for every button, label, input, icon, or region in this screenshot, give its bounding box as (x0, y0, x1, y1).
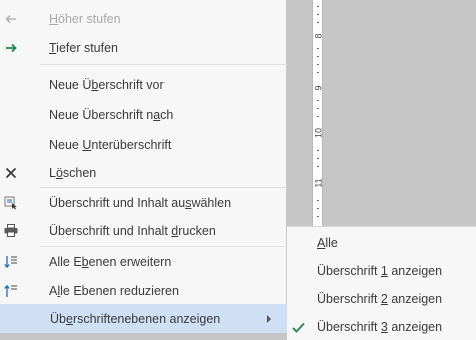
ruler-tick (317, 6, 319, 7)
ruler-tick (317, 158, 319, 159)
menu-item-label: Löschen (49, 165, 97, 180)
submenu-item-level-1[interactable]: Überschrift 1 anzeigen (287, 257, 476, 285)
ruler-tick (317, 56, 319, 57)
print-icon (0, 216, 22, 245)
ruler-tick (317, 216, 319, 217)
ruler-number: 9 (313, 85, 324, 91)
select-icon (0, 188, 22, 217)
ruler-number: 10 (313, 128, 324, 139)
delete-x-icon (0, 158, 22, 187)
menu-item-new-heading-after[interactable]: Neue Überschrift nach (0, 100, 287, 129)
ruler-tick (317, 166, 319, 167)
menu-item-label: Höher stufen (49, 11, 121, 26)
outline-context-menu: Höher stufen Tiefer stufen Neue Überschr… (0, 0, 287, 333)
ruler-tick (317, 200, 319, 201)
submenu-item-label: Überschrift 2 anzeigen (317, 292, 443, 306)
submenu-arrow-icon (267, 315, 271, 323)
submenu-item-label: Überschrift 1 anzeigen (317, 264, 443, 278)
menu-item-label: Alle Ebenen reduzieren (49, 283, 179, 298)
menu-item-label: Neue Überschrift nach (49, 107, 174, 122)
menu-item-new-subheading[interactable]: Neue Unterüberschrift (0, 130, 287, 159)
menu-item-label: Überschrift und Inhalt drucken (49, 223, 216, 238)
right-arrow-icon (0, 33, 22, 62)
menu-item-label: Überschriftenebenen anzeigen (50, 311, 221, 326)
ruler-tick (317, 150, 319, 151)
submenu-item-all[interactable]: Alle (287, 229, 476, 257)
submenu-item-label: Überschrift 3 anzeigen (317, 320, 443, 334)
ruler-tick (317, 116, 319, 117)
menu-item-label: Neue Überschrift vor (49, 77, 164, 92)
menu-item-label: Alle Ebenen erweitern (49, 254, 172, 269)
submenu-item-label: Alle (317, 236, 338, 250)
ruler-tick (317, 64, 319, 65)
menu-item-expand-all-levels[interactable]: Alle Ebenen erweitern (0, 247, 287, 276)
ruler-tick (317, 72, 319, 73)
heading-levels-submenu: Alle Überschrift 1 anzeigen Überschrift … (287, 226, 476, 340)
menu-item-label: Tiefer stufen (49, 40, 119, 55)
ruler-number: 11 (313, 178, 324, 188)
menu-item-select-heading-content[interactable]: Überschrift und Inhalt auswählen (0, 188, 287, 217)
checkmark-icon (287, 313, 309, 340)
expand-levels-icon (0, 247, 22, 276)
ruler-tick (317, 108, 319, 109)
menu-item-delete[interactable]: Löschen (0, 158, 287, 187)
menu-item-demote[interactable]: Tiefer stufen (0, 33, 287, 62)
submenu-item-level-3[interactable]: Überschrift 3 anzeigen (287, 313, 476, 340)
menu-item-collapse-all-levels[interactable]: Alle Ebenen reduzieren (0, 276, 287, 305)
menu-item-label: Neue Unterüberschrift (49, 137, 172, 152)
left-arrow-icon (0, 4, 22, 33)
submenu-item-level-2[interactable]: Überschrift 2 anzeigen (287, 285, 476, 313)
ruler-tick (317, 22, 319, 23)
ruler-number: 8 (313, 33, 324, 39)
menu-separator (40, 64, 287, 65)
collapse-levels-icon (0, 276, 22, 305)
ruler-tick (317, 208, 319, 209)
ruler-tick (317, 100, 319, 101)
menu-item-print-heading-content[interactable]: Überschrift und Inhalt drucken (0, 216, 287, 245)
vertical-ruler[interactable]: 8 9 10 11 (312, 0, 324, 232)
menu-item-label: Überschrift und Inhalt auswählen (49, 195, 232, 210)
ruler-tick (317, 14, 319, 15)
menu-item-new-heading-before[interactable]: Neue Überschrift vor (0, 70, 287, 99)
ruler-tick (317, 48, 319, 49)
menu-item-show-heading-levels[interactable]: Überschriftenebenen anzeigen (0, 304, 287, 333)
menu-item-promote[interactable]: Höher stufen (0, 4, 287, 33)
